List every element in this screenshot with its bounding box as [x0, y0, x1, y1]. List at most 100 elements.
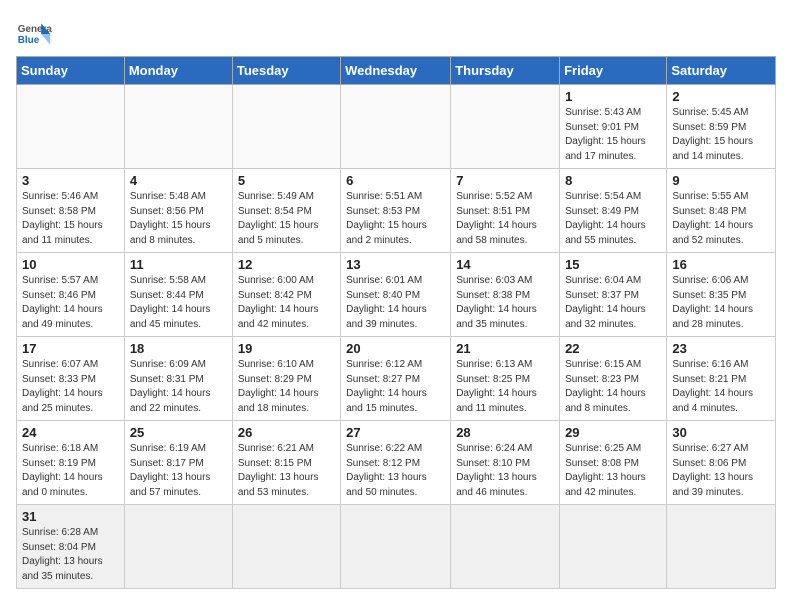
day-info: Sunrise: 5:45 AM Sunset: 8:59 PM Dayligh…: [672, 106, 770, 164]
day-number: 9: [672, 173, 770, 188]
day-info: Sunrise: 6:18 AM Sunset: 8:19 PM Dayligh…: [22, 442, 119, 500]
weekday-header-thursday: Thursday: [451, 57, 560, 85]
calendar-cell: 2 Sunrise: 5:45 AM Sunset: 8:59 PM Daylig…: [667, 85, 776, 169]
calendar-cell: 25Sunrise: 6:19 AM Sunset: 8:17 PM Dayli…: [124, 421, 232, 505]
day-number: 5: [238, 173, 335, 188]
day-number: 10: [22, 257, 119, 272]
day-number: 13: [346, 257, 445, 272]
calendar-cell: 3 Sunrise: 5:46 AM Sunset: 8:58 PM Daylig…: [17, 169, 125, 253]
day-info: Sunrise: 6:21 AM Sunset: 8:15 PM Dayligh…: [238, 442, 335, 500]
day-info: Sunrise: 5:49 AM Sunset: 8:54 PM Dayligh…: [238, 190, 335, 248]
day-info: Sunrise: 6:09 AM Sunset: 8:31 PM Dayligh…: [130, 358, 227, 416]
day-info: Sunrise: 6:25 AM Sunset: 8:08 PM Dayligh…: [565, 442, 661, 500]
calendar-cell: [341, 85, 451, 169]
weekday-header-friday: Friday: [560, 57, 667, 85]
weekday-header-monday: Monday: [124, 57, 232, 85]
day-info: Sunrise: 5:54 AM Sunset: 8:49 PM Dayligh…: [565, 190, 661, 248]
day-number: 28: [456, 425, 554, 440]
day-number: 19: [238, 341, 335, 356]
calendar-cell: 17 Sunrise: 6:07 AM Sunset: 8:33 PM Dayli…: [17, 337, 125, 421]
day-number: 7: [456, 173, 554, 188]
day-number: 15: [565, 257, 661, 272]
calendar-cell: 4Sunrise: 5:48 AM Sunset: 8:56 PM Daylig…: [124, 169, 232, 253]
day-number: 18: [130, 341, 227, 356]
logo: General Blue: [16, 16, 52, 52]
calendar-cell: 13 Sunrise: 6:01 AM Sunset: 8:40 PM Dayli…: [341, 253, 451, 337]
week-row-3: 10 Sunrise: 5:57 AM Sunset: 8:46 PM Dayli…: [17, 253, 776, 337]
day-number: 31: [22, 509, 119, 524]
calendar-cell: [451, 85, 560, 169]
week-row-4: 17 Sunrise: 6:07 AM Sunset: 8:33 PM Dayli…: [17, 337, 776, 421]
day-number: 21: [456, 341, 554, 356]
day-info: Sunrise: 6:06 AM Sunset: 8:35 PM Dayligh…: [672, 274, 770, 332]
calendar-cell: 5 Sunrise: 5:49 AM Sunset: 8:54 PM Daylig…: [232, 169, 340, 253]
day-info: Sunrise: 5:52 AM Sunset: 8:51 PM Dayligh…: [456, 190, 554, 248]
calendar-cell: 19 Sunrise: 6:10 AM Sunset: 8:29 PM Dayli…: [232, 337, 340, 421]
day-info: Sunrise: 6:19 AM Sunset: 8:17 PM Dayligh…: [130, 442, 227, 500]
day-number: 17: [22, 341, 119, 356]
calendar-cell: 10 Sunrise: 5:57 AM Sunset: 8:46 PM Dayli…: [17, 253, 125, 337]
calendar-cell: 12Sunrise: 6:00 AM Sunset: 8:42 PM Dayli…: [232, 253, 340, 337]
calendar-cell: [341, 505, 451, 589]
day-number: 22: [565, 341, 661, 356]
calendar-cell: 8 Sunrise: 5:54 AM Sunset: 8:49 PM Daylig…: [560, 169, 667, 253]
calendar-cell: 27 Sunrise: 6:22 AM Sunset: 8:12 PM Dayli…: [341, 421, 451, 505]
day-number: 14: [456, 257, 554, 272]
day-number: 8: [565, 173, 661, 188]
calendar-cell: 29Sunrise: 6:25 AM Sunset: 8:08 PM Dayli…: [560, 421, 667, 505]
day-number: 27: [346, 425, 445, 440]
week-row-1: 1 Sunrise: 5:43 AM Sunset: 9:01 PM Daylig…: [17, 85, 776, 169]
day-info: Sunrise: 5:43 AM Sunset: 9:01 PM Dayligh…: [565, 106, 661, 164]
calendar-cell: 16 Sunrise: 6:06 AM Sunset: 8:35 PM Dayli…: [667, 253, 776, 337]
day-info: Sunrise: 5:48 AM Sunset: 8:56 PM Dayligh…: [130, 190, 227, 248]
day-number: 11: [130, 257, 227, 272]
calendar-cell: 14 Sunrise: 6:03 AM Sunset: 8:38 PM Dayli…: [451, 253, 560, 337]
calendar-cell: 11 Sunrise: 5:58 AM Sunset: 8:44 PM Dayli…: [124, 253, 232, 337]
calendar-cell: [232, 505, 340, 589]
day-info: Sunrise: 6:01 AM Sunset: 8:40 PM Dayligh…: [346, 274, 445, 332]
day-info: Sunrise: 6:24 AM Sunset: 8:10 PM Dayligh…: [456, 442, 554, 500]
day-number: 6: [346, 173, 445, 188]
calendar-cell: 1 Sunrise: 5:43 AM Sunset: 9:01 PM Daylig…: [560, 85, 667, 169]
calendar-cell: 18 Sunrise: 6:09 AM Sunset: 8:31 PM Dayli…: [124, 337, 232, 421]
day-info: Sunrise: 6:07 AM Sunset: 8:33 PM Dayligh…: [22, 358, 119, 416]
calendar-cell: [667, 505, 776, 589]
calendar-table: SundayMondayTuesdayWednesdayThursdayFrid…: [16, 56, 776, 589]
day-number: 23: [672, 341, 770, 356]
calendar-cell: 28 Sunrise: 6:24 AM Sunset: 8:10 PM Dayli…: [451, 421, 560, 505]
calendar-cell: 6 Sunrise: 5:51 AM Sunset: 8:53 PM Daylig…: [341, 169, 451, 253]
calendar-cell: [124, 505, 232, 589]
week-row-6: 31Sunrise: 6:28 AM Sunset: 8:04 PM Dayli…: [17, 505, 776, 589]
day-info: Sunrise: 6:22 AM Sunset: 8:12 PM Dayligh…: [346, 442, 445, 500]
header: General Blue: [16, 16, 776, 52]
day-info: Sunrise: 6:00 AM Sunset: 8:42 PM Dayligh…: [238, 274, 335, 332]
day-info: Sunrise: 5:51 AM Sunset: 8:53 PM Dayligh…: [346, 190, 445, 248]
calendar-cell: 26Sunrise: 6:21 AM Sunset: 8:15 PM Dayli…: [232, 421, 340, 505]
day-info: Sunrise: 6:27 AM Sunset: 8:06 PM Dayligh…: [672, 442, 770, 500]
calendar-cell: 7 Sunrise: 5:52 AM Sunset: 8:51 PM Daylig…: [451, 169, 560, 253]
day-info: Sunrise: 5:58 AM Sunset: 8:44 PM Dayligh…: [130, 274, 227, 332]
day-info: Sunrise: 5:46 AM Sunset: 8:58 PM Dayligh…: [22, 190, 119, 248]
week-row-5: 24 Sunrise: 6:18 AM Sunset: 8:19 PM Dayli…: [17, 421, 776, 505]
day-info: Sunrise: 6:13 AM Sunset: 8:25 PM Dayligh…: [456, 358, 554, 416]
svg-text:Blue: Blue: [18, 35, 40, 46]
calendar-cell: 22Sunrise: 6:15 AM Sunset: 8:23 PM Dayli…: [560, 337, 667, 421]
calendar-cell: 9Sunrise: 5:55 AM Sunset: 8:48 PM Daylig…: [667, 169, 776, 253]
day-info: Sunrise: 5:57 AM Sunset: 8:46 PM Dayligh…: [22, 274, 119, 332]
calendar-cell: [451, 505, 560, 589]
calendar-cell: [17, 85, 125, 169]
day-number: 3: [22, 173, 119, 188]
day-number: 2: [672, 89, 770, 104]
day-info: Sunrise: 6:10 AM Sunset: 8:29 PM Dayligh…: [238, 358, 335, 416]
calendar-cell: 15Sunrise: 6:04 AM Sunset: 8:37 PM Dayli…: [560, 253, 667, 337]
calendar-cell: 21 Sunrise: 6:13 AM Sunset: 8:25 PM Dayli…: [451, 337, 560, 421]
weekday-header-sunday: Sunday: [17, 57, 125, 85]
day-number: 16: [672, 257, 770, 272]
day-number: 20: [346, 341, 445, 356]
calendar-cell: 20 Sunrise: 6:12 AM Sunset: 8:27 PM Dayli…: [341, 337, 451, 421]
day-number: 1: [565, 89, 661, 104]
day-number: 24: [22, 425, 119, 440]
weekday-header-row: SundayMondayTuesdayWednesdayThursdayFrid…: [17, 57, 776, 85]
day-info: Sunrise: 6:03 AM Sunset: 8:38 PM Dayligh…: [456, 274, 554, 332]
day-info: Sunrise: 6:12 AM Sunset: 8:27 PM Dayligh…: [346, 358, 445, 416]
